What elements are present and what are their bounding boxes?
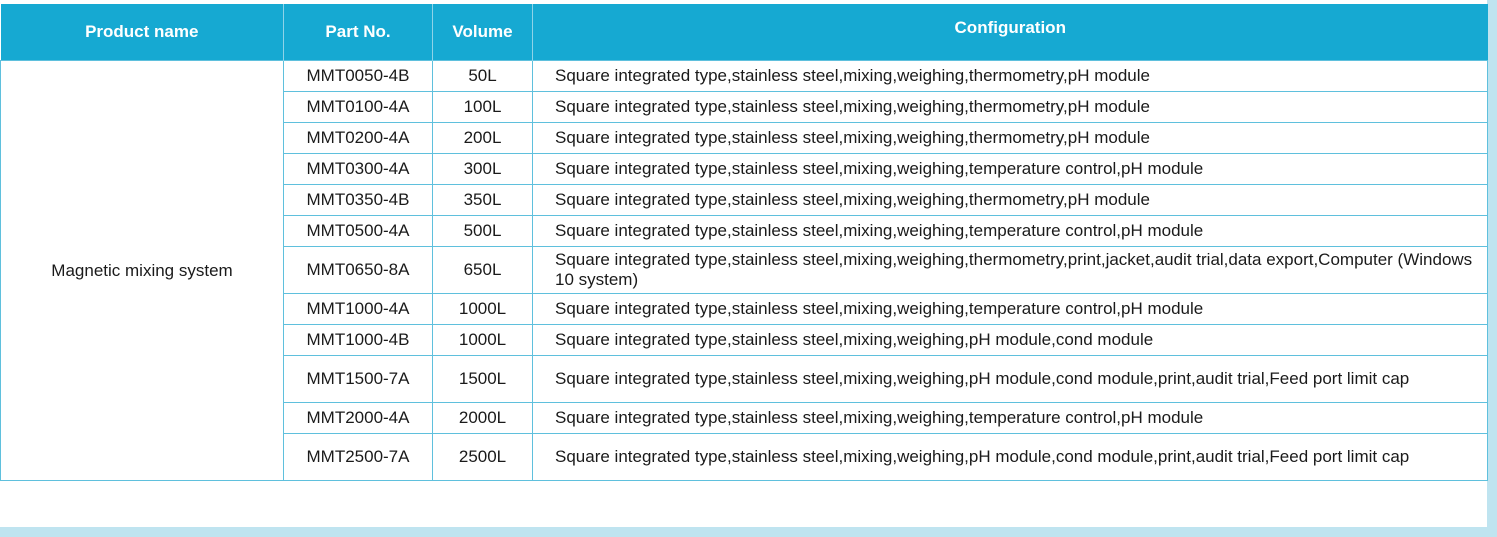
volume-cell: 2500L <box>432 433 533 481</box>
volume-cell: 1000L <box>432 293 533 325</box>
volume-cell: 2000L <box>432 402 533 434</box>
volume-cell: 350L <box>432 184 533 216</box>
volume-cell: 1000L <box>432 324 533 356</box>
header-row: Product name Part No. Volume Configurati… <box>0 4 1488 61</box>
part-no-cell: MMT0050-4B <box>283 60 433 92</box>
configuration-cell: Square integrated type,stainless steel,m… <box>532 122 1488 154</box>
volume-cell: 300L <box>432 153 533 185</box>
part-no-cell: MMT2500-7A <box>283 433 433 481</box>
configuration-cell: Square integrated type,stainless steel,m… <box>532 60 1488 92</box>
part-no-cell: MMT0100-4A <box>283 91 433 123</box>
volume-cell: 500L <box>432 215 533 247</box>
part-no-cell: MMT1000-4A <box>283 293 433 325</box>
table-row: Magnetic mixing system MMT0050-4B 50L Sq… <box>0 60 1488 481</box>
header-volume: Volume <box>432 4 533 61</box>
bottom-border <box>0 527 1497 537</box>
volume-cell: 100L <box>432 91 533 123</box>
configuration-cell: Square integrated type,stainless steel,m… <box>532 433 1488 481</box>
part-no-cell: MMT0200-4A <box>283 122 433 154</box>
configuration-cell: Square integrated type,stainless steel,m… <box>532 246 1488 294</box>
product-name-cell: Magnetic mixing system <box>0 60 284 481</box>
part-no-cell: MMT1000-4B <box>283 324 433 356</box>
volume-cell: 200L <box>432 122 533 154</box>
header-product-name: Product name <box>0 4 284 61</box>
configuration-cell: Square integrated type,stainless steel,m… <box>532 355 1488 403</box>
right-border <box>1487 0 1497 537</box>
volume-cell: 1500L <box>432 355 533 403</box>
configuration-cell: Square integrated type,stainless steel,m… <box>532 293 1488 325</box>
configuration-cell: Square integrated type,stainless steel,m… <box>532 153 1488 185</box>
configuration-cell: Square integrated type,stainless steel,m… <box>532 184 1488 216</box>
part-no-cell: MMT0650-8A <box>283 246 433 294</box>
volume-cell: 650L <box>432 246 533 294</box>
part-no-cell: MMT0500-4A <box>283 215 433 247</box>
part-no-cell: MMT1500-7A <box>283 355 433 403</box>
part-no-cell: MMT0300-4A <box>283 153 433 185</box>
part-no-cell: MMT0350-4B <box>283 184 433 216</box>
volume-cell: 50L <box>432 60 533 92</box>
configuration-cell: Square integrated type,stainless steel,m… <box>532 402 1488 434</box>
header-part-no: Part No. <box>283 4 433 61</box>
configuration-cell: Square integrated type,stainless steel,m… <box>532 324 1488 356</box>
part-no-cell: MMT2000-4A <box>283 402 433 434</box>
product-table: Product name Part No. Volume Configurati… <box>0 4 1488 481</box>
configuration-cell: Square integrated type,stainless steel,m… <box>532 91 1488 123</box>
header-configuration: Configuration <box>532 4 1488 61</box>
configuration-cell: Square integrated type,stainless steel,m… <box>532 215 1488 247</box>
